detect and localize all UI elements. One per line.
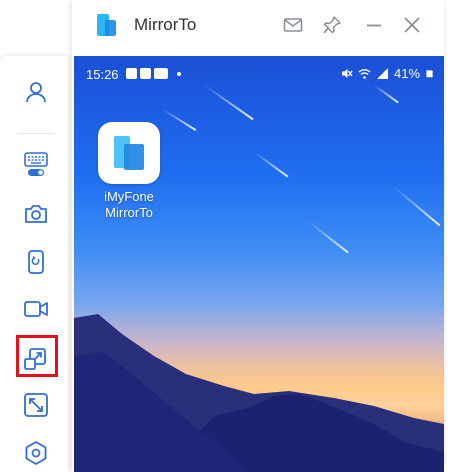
title-bar: MirrorTo (72, 0, 444, 52)
account-button[interactable] (20, 76, 52, 108)
app-label-line2: MirrorTo (105, 205, 153, 220)
record-button[interactable] (20, 293, 52, 325)
minimize-button[interactable] (363, 14, 385, 36)
keyboard-toggle-icon (24, 152, 48, 176)
notification-icon (126, 68, 137, 79)
battery-level: 41% (393, 66, 420, 81)
screenshot-button[interactable] (20, 198, 52, 230)
camera-icon (25, 205, 47, 223)
notification-icons (126, 68, 181, 79)
pin-button[interactable] (321, 14, 343, 36)
status-time: 15:26 (86, 67, 119, 82)
notification-icon (140, 68, 151, 79)
keyboard-button[interactable] (20, 148, 52, 180)
mirrorto-logo-icon (97, 14, 116, 36)
notification-icon (154, 68, 168, 79)
app-label-line1: iMyFone (104, 189, 154, 204)
mirrorto-logo-icon (114, 136, 144, 170)
mirror-window: MirrorTo 15:26 41% iMyFone MirrorTo (72, 0, 444, 472)
close-icon (404, 17, 420, 33)
settings-button[interactable] (20, 437, 52, 469)
app-label[interactable]: iMyFone MirrorTo (88, 189, 170, 221)
mountain-wallpaper (74, 306, 444, 472)
fullscreen-button[interactable] (20, 389, 52, 421)
phone-screen[interactable]: 15:26 41% iMyFone MirrorTo (74, 56, 444, 472)
toolbar-divider (18, 133, 54, 134)
fullscreen-icon (24, 393, 48, 417)
close-button[interactable] (401, 14, 423, 36)
mirrorto-app-icon[interactable] (98, 122, 160, 184)
more-notifications-icon (177, 71, 181, 76)
status-right: 41% (340, 66, 434, 81)
app-title: MirrorTo (134, 15, 197, 34)
rotate-screen-button[interactable] (20, 246, 52, 278)
settings-icon (25, 441, 47, 465)
mail-icon (283, 18, 303, 32)
phone-rotate-icon (28, 250, 44, 274)
side-toolbar (0, 56, 68, 472)
pin-icon (323, 16, 341, 34)
user-icon (26, 82, 46, 103)
mail-button[interactable] (282, 14, 304, 36)
minimize-icon (367, 24, 381, 27)
wifi-icon (358, 69, 371, 79)
battery-icon (426, 70, 433, 78)
status-bar: 15:26 41% (74, 56, 444, 86)
highlight-box (16, 335, 58, 377)
signal-icon (376, 68, 388, 79)
video-record-icon (24, 301, 48, 317)
mute-icon (341, 69, 353, 78)
